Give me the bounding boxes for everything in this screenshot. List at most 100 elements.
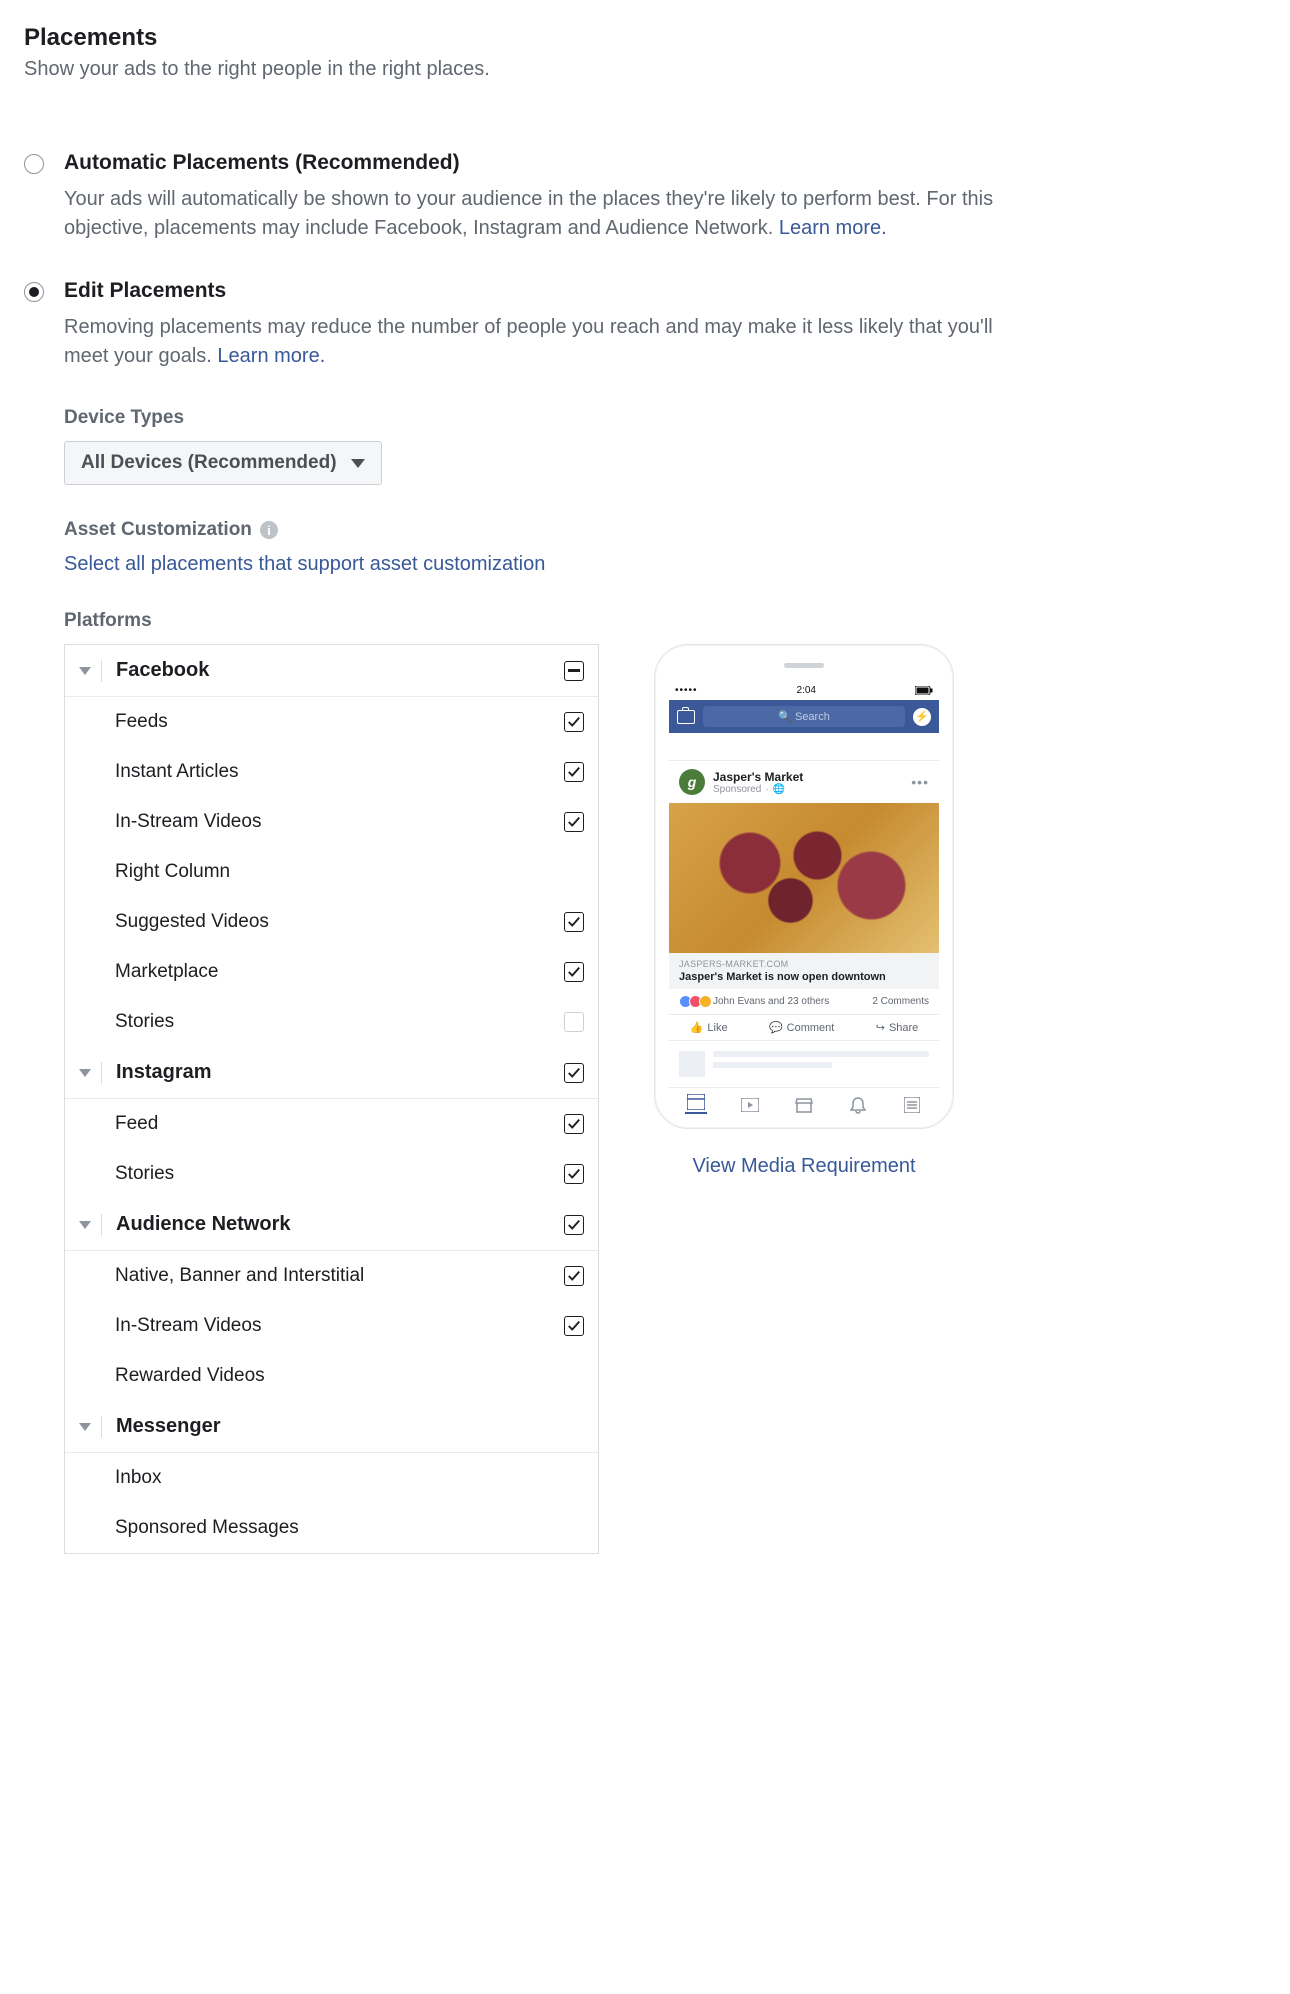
notifications-tab-icon bbox=[847, 1096, 869, 1114]
platform-header-audience-network[interactable]: Audience Network bbox=[65, 1199, 598, 1251]
learn-more-link[interactable]: Learn more. bbox=[779, 217, 887, 239]
comment-button: 💬Comment bbox=[769, 1021, 834, 1034]
placement-label: Feeds bbox=[115, 711, 564, 733]
platform-name: Instagram bbox=[116, 1061, 564, 1084]
placement-label: Native, Banner and Interstitial bbox=[115, 1265, 564, 1287]
placement-item[interactable]: In-Stream Videos bbox=[65, 797, 598, 847]
platform-header-instagram[interactable]: Instagram bbox=[65, 1047, 598, 1099]
checkbox[interactable] bbox=[564, 1266, 584, 1286]
placement-item[interactable]: In-Stream Videos bbox=[65, 1301, 598, 1351]
share-button: ↪Share bbox=[876, 1021, 919, 1034]
platform-name: Facebook bbox=[116, 659, 564, 682]
page-subtitle: Show your ads to the right people in the… bbox=[24, 58, 1266, 81]
placement-label: In-Stream Videos bbox=[115, 811, 564, 833]
watch-tab-icon bbox=[739, 1096, 761, 1114]
thumb-up-icon: 👍 bbox=[690, 1021, 704, 1034]
checkbox[interactable] bbox=[564, 1012, 584, 1032]
checkbox[interactable] bbox=[564, 712, 584, 732]
edit-placements-label: Edit Placements bbox=[64, 279, 1024, 303]
placement-item[interactable]: Suggested Videos bbox=[65, 897, 598, 947]
camera-icon bbox=[677, 710, 695, 724]
checkbox[interactable] bbox=[564, 1316, 584, 1336]
placement-label: Inbox bbox=[115, 1467, 584, 1489]
ad-creative-image bbox=[669, 803, 939, 953]
checkbox[interactable] bbox=[564, 912, 584, 932]
preview-time: 2:04 bbox=[797, 685, 816, 696]
placement-label: Right Column bbox=[115, 861, 584, 883]
automatic-placements-desc: Your ads will automatically be shown to … bbox=[64, 185, 1024, 243]
placement-item[interactable]: Instant Articles bbox=[65, 747, 598, 797]
placement-label: Stories bbox=[115, 1163, 564, 1185]
learn-more-link[interactable]: Learn more. bbox=[217, 345, 325, 367]
view-media-requirement-link[interactable]: View Media Requirement bbox=[692, 1155, 915, 1178]
placement-item[interactable]: Right Column bbox=[65, 847, 598, 897]
platforms-list: Facebook Feeds Instant Articles In-Stream V… bbox=[64, 644, 599, 1554]
placement-label: Sponsored Messages bbox=[115, 1517, 584, 1539]
checkbox[interactable] bbox=[564, 962, 584, 982]
automatic-placements-option[interactable]: Automatic Placements (Recommended) Your … bbox=[24, 151, 1266, 243]
marketplace-tab-icon bbox=[793, 1096, 815, 1114]
placement-item[interactable]: Feeds bbox=[65, 697, 598, 747]
advertiser-name: Jasper's Market bbox=[713, 770, 803, 784]
sponsored-label: Sponsored bbox=[713, 784, 761, 795]
placement-label: Feed bbox=[115, 1113, 564, 1135]
placement-item[interactable]: Native, Banner and Interstitial bbox=[65, 1251, 598, 1301]
placement-item[interactable]: Inbox bbox=[65, 1453, 598, 1503]
more-icon: ••• bbox=[911, 774, 929, 790]
page-title: Placements bbox=[24, 24, 1266, 52]
checkbox[interactable] bbox=[564, 661, 584, 681]
placement-label: Instant Articles bbox=[115, 761, 564, 783]
chevron-down-icon bbox=[351, 459, 365, 468]
globe-icon: 🌐 bbox=[773, 784, 785, 795]
platform-header-facebook[interactable]: Facebook bbox=[65, 645, 598, 697]
ad-headline: Jasper's Market is now open downtown bbox=[679, 971, 929, 983]
radio-icon bbox=[24, 154, 44, 174]
placement-label: In-Stream Videos bbox=[115, 1315, 564, 1337]
checkbox[interactable] bbox=[564, 812, 584, 832]
checkbox[interactable] bbox=[564, 762, 584, 782]
reactions-text: John Evans and 23 others bbox=[713, 996, 829, 1007]
menu-tab-icon bbox=[901, 1096, 923, 1114]
share-icon: ↪ bbox=[876, 1021, 885, 1034]
placement-item[interactable]: Rewarded Videos bbox=[65, 1351, 598, 1401]
asset-customization-select-all-link[interactable]: Select all placements that support asset… bbox=[64, 553, 545, 575]
asset-customization-label: Asset Customization i bbox=[64, 519, 1266, 541]
advertiser-avatar: g bbox=[679, 769, 705, 795]
ad-preview-phone: ••••• 2:04 🔍 Search ⚡ g Jasper's Market bbox=[654, 644, 954, 1129]
preview-search: 🔍 Search bbox=[703, 706, 905, 727]
device-types-dropdown[interactable]: All Devices (Recommended) bbox=[64, 441, 382, 485]
checkbox[interactable] bbox=[564, 1063, 584, 1083]
edit-placements-option[interactable]: Edit Placements Removing placements may … bbox=[24, 279, 1266, 371]
chevron-down-icon bbox=[79, 667, 91, 675]
placement-label: Marketplace bbox=[115, 961, 564, 983]
platform-name: Audience Network bbox=[116, 1213, 564, 1236]
placement-item[interactable]: Stories bbox=[65, 997, 598, 1047]
placement-label: Stories bbox=[115, 1011, 564, 1033]
checkbox[interactable] bbox=[564, 1215, 584, 1235]
platform-header-messenger[interactable]: Messenger bbox=[65, 1401, 598, 1453]
platform-name: Messenger bbox=[116, 1415, 584, 1438]
messenger-icon: ⚡ bbox=[913, 708, 931, 726]
checkbox[interactable] bbox=[564, 1114, 584, 1134]
signal-icon: ••••• bbox=[675, 685, 698, 696]
placement-item[interactable]: Marketplace bbox=[65, 947, 598, 997]
automatic-placements-label: Automatic Placements (Recommended) bbox=[64, 151, 1024, 175]
edit-placements-desc: Removing placements may reduce the numbe… bbox=[64, 313, 1024, 371]
placement-item[interactable]: Stories bbox=[65, 1149, 598, 1199]
comments-count: 2 Comments bbox=[872, 996, 929, 1007]
platforms-label: Platforms bbox=[64, 610, 1266, 632]
chevron-down-icon bbox=[79, 1069, 91, 1077]
feed-tab-icon bbox=[685, 1096, 707, 1114]
chevron-down-icon bbox=[79, 1423, 91, 1431]
radio-icon bbox=[24, 282, 44, 302]
placement-item[interactable]: Feed bbox=[65, 1099, 598, 1149]
placement-label: Suggested Videos bbox=[115, 911, 564, 933]
wow-reaction-icon bbox=[699, 995, 712, 1008]
info-icon[interactable]: i bbox=[260, 521, 278, 539]
placement-item[interactable]: Sponsored Messages bbox=[65, 1503, 598, 1553]
battery-icon bbox=[915, 686, 933, 695]
checkbox[interactable] bbox=[564, 1164, 584, 1184]
like-button: 👍Like bbox=[690, 1021, 728, 1034]
device-types-label: Device Types bbox=[64, 407, 1266, 429]
chevron-down-icon bbox=[79, 1221, 91, 1229]
